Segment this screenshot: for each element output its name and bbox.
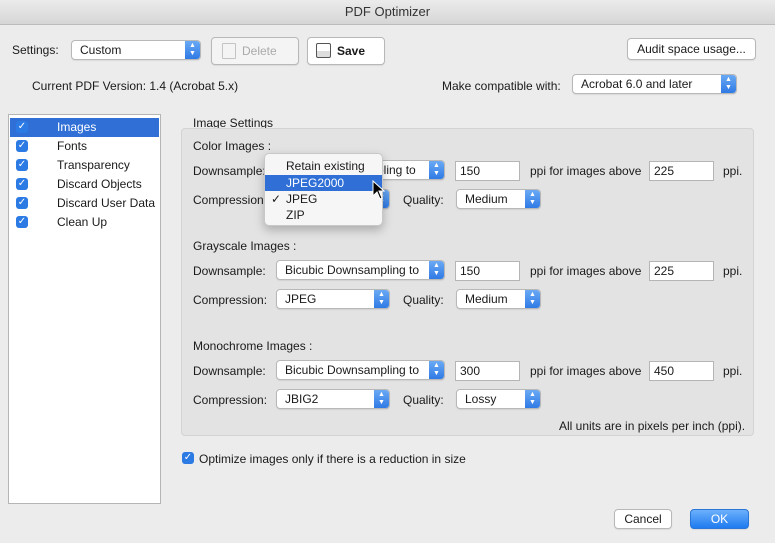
monochrome-compression-value: JBIG2 — [285, 392, 319, 406]
monochrome-quality-label: Quality: — [403, 393, 444, 407]
chevron-updown-icon: ▲▼ — [429, 161, 444, 179]
color-quality-value: Medium — [465, 192, 508, 206]
grayscale-quality-value: Medium — [465, 292, 508, 306]
color-downsample-label: Downsample: — [193, 164, 266, 178]
grayscale-quality-label: Quality: — [403, 293, 444, 307]
monochrome-downsample-select[interactable]: Bicubic Downsampling to ▲ ▼ — [276, 360, 445, 380]
trash-icon — [222, 43, 236, 59]
monochrome-above-input[interactable]: 450 — [649, 361, 714, 381]
chevron-updown-icon: ▲▼ — [429, 261, 444, 279]
grayscale-compression-select[interactable]: JPEG ▲ ▼ — [276, 289, 390, 309]
monochrome-ppi-above-label: ppi for images above — [530, 364, 642, 378]
menu-item-label: JPEG — [286, 192, 318, 206]
ok-button[interactable]: OK — [690, 509, 749, 529]
pdf-optimizer-window: PDF Optimizer Settings: Custom ▲ ▼ Delete… — [0, 0, 775, 543]
optimize-checkbox[interactable]: ✓ — [182, 452, 194, 464]
color-compression-label: Compression: — [193, 193, 268, 207]
color-ppi-input[interactable]: 150 — [455, 161, 520, 181]
mouse-cursor-icon — [372, 180, 386, 200]
chevron-updown-icon: ▲▼ — [525, 390, 540, 408]
save-label: Save — [337, 44, 366, 58]
chevron-updown-icon: ▲▼ — [525, 190, 540, 208]
grayscale-ppi-above-label: ppi for images above — [530, 264, 642, 278]
audit-space-usage-button[interactable]: Audit space usage... — [627, 38, 756, 60]
grayscale-quality-select[interactable]: Medium ▲ ▼ — [456, 289, 541, 309]
monochrome-downsample-label: Downsample: — [193, 364, 266, 378]
sidebar-item-transparency[interactable]: ✓ Transparency — [10, 156, 159, 175]
save-button[interactable]: Save — [307, 37, 385, 65]
chevron-updown-icon: ▲▼ — [525, 290, 540, 308]
sidebar-item-images[interactable]: ✓ Images — [10, 118, 159, 137]
save-icon — [316, 43, 331, 58]
cancel-button[interactable]: Cancel — [614, 509, 672, 529]
checkbox-icon[interactable]: ✓ — [16, 121, 28, 133]
units-note: All units are in pixels per inch (ppi). — [559, 419, 746, 433]
sidebar-item-discard-user-data[interactable]: ✓ Discard User Data — [10, 194, 159, 213]
checkbox-icon[interactable]: ✓ — [16, 159, 28, 171]
chevron-updown-icon: ▲▼ — [185, 41, 200, 59]
grayscale-ppi-unit: ppi. — [723, 264, 743, 278]
optimize-checkbox-label: Optimize images only if there is a reduc… — [199, 452, 466, 466]
menu-item-label: ZIP — [286, 208, 305, 222]
color-quality-label: Quality: — [403, 193, 444, 207]
grayscale-images-heading: Grayscale Images : — [193, 239, 297, 253]
color-ppi-unit: ppi. — [723, 164, 743, 178]
category-list: ✓ Images ✓ Fonts ✓ Transparency ✓ Discar… — [8, 114, 161, 504]
chevron-updown-icon: ▲▼ — [374, 390, 389, 408]
monochrome-compression-select[interactable]: JBIG2 ▲ ▼ — [276, 389, 390, 409]
checkbox-icon[interactable]: ✓ — [16, 140, 28, 152]
sidebar-item-fonts[interactable]: ✓ Fonts — [10, 137, 159, 156]
monochrome-downsample-value: Bicubic Downsampling to — [285, 363, 420, 377]
checkbox-icon[interactable]: ✓ — [16, 197, 28, 209]
chevron-updown-icon: ▲▼ — [721, 75, 736, 93]
checkbox-icon[interactable]: ✓ — [16, 216, 28, 228]
sidebar-item-label: Discard User Data — [57, 196, 156, 210]
delete-label: Delete — [242, 44, 277, 58]
menu-item-retain-existing[interactable]: Retain existing — [265, 158, 382, 174]
color-quality-select[interactable]: Medium ▲ ▼ — [456, 189, 541, 209]
color-above-input[interactable]: 225 — [649, 161, 714, 181]
sidebar-item-label: Fonts — [57, 139, 88, 153]
settings-value: Custom — [80, 43, 122, 57]
monochrome-quality-value: Lossy — [465, 392, 497, 406]
menu-item-jpeg[interactable]: ✓ JPEG — [265, 191, 382, 207]
monochrome-compression-label: Compression: — [193, 393, 268, 407]
sidebar-item-label: Clean Up — [57, 215, 108, 229]
menu-item-label: JPEG2000 — [286, 176, 345, 190]
compression-dropdown-menu: Retain existing JPEG2000 ✓ JPEG ZIP — [264, 153, 383, 226]
monochrome-ppi-unit: ppi. — [723, 364, 743, 378]
monochrome-ppi-input[interactable]: 300 — [455, 361, 520, 381]
chevron-updown-icon: ▲▼ — [429, 361, 444, 379]
sidebar-item-clean-up[interactable]: ✓ Clean Up — [10, 213, 159, 232]
settings-label: Settings: — [12, 43, 59, 57]
menu-item-label: Retain existing — [286, 159, 365, 173]
sidebar-item-label: Images — [57, 120, 97, 134]
settings-select[interactable]: Custom ▲ ▼ — [71, 40, 201, 60]
grayscale-ppi-input[interactable]: 150 — [455, 261, 520, 281]
sidebar-item-discard-objects[interactable]: ✓ Discard Objects — [10, 175, 159, 194]
menu-item-zip[interactable]: ZIP — [265, 207, 382, 223]
window-title: PDF Optimizer — [0, 0, 775, 25]
compatibility-value: Acrobat 6.0 and later — [581, 77, 693, 91]
grayscale-downsample-value: Bicubic Downsampling to — [285, 263, 420, 277]
grayscale-compression-label: Compression: — [193, 293, 268, 307]
color-images-heading: Color Images : — [193, 139, 272, 153]
delete-button[interactable]: Delete — [211, 37, 299, 65]
monochrome-quality-select[interactable]: Lossy ▲ ▼ — [456, 389, 541, 409]
make-compatible-label: Make compatible with: — [442, 79, 561, 93]
current-pdf-version: Current PDF Version: 1.4 (Acrobat 5.x) — [32, 79, 239, 93]
checkmark-icon: ✓ — [271, 192, 282, 206]
grayscale-compression-value: JPEG — [285, 292, 317, 306]
sidebar-item-label: Discard Objects — [57, 177, 142, 191]
sidebar-item-label: Transparency — [57, 158, 130, 172]
grayscale-downsample-select[interactable]: Bicubic Downsampling to ▲ ▼ — [276, 260, 445, 280]
grayscale-above-input[interactable]: 225 — [649, 261, 714, 281]
grayscale-downsample-label: Downsample: — [193, 264, 266, 278]
compatibility-select[interactable]: Acrobat 6.0 and later ▲ ▼ — [572, 74, 737, 94]
checkbox-icon[interactable]: ✓ — [16, 178, 28, 190]
color-ppi-above-label: ppi for images above — [530, 164, 642, 178]
chevron-updown-icon: ▲▼ — [374, 290, 389, 308]
monochrome-images-heading: Monochrome Images : — [193, 339, 313, 353]
menu-item-jpeg2000[interactable]: JPEG2000 — [265, 175, 382, 191]
